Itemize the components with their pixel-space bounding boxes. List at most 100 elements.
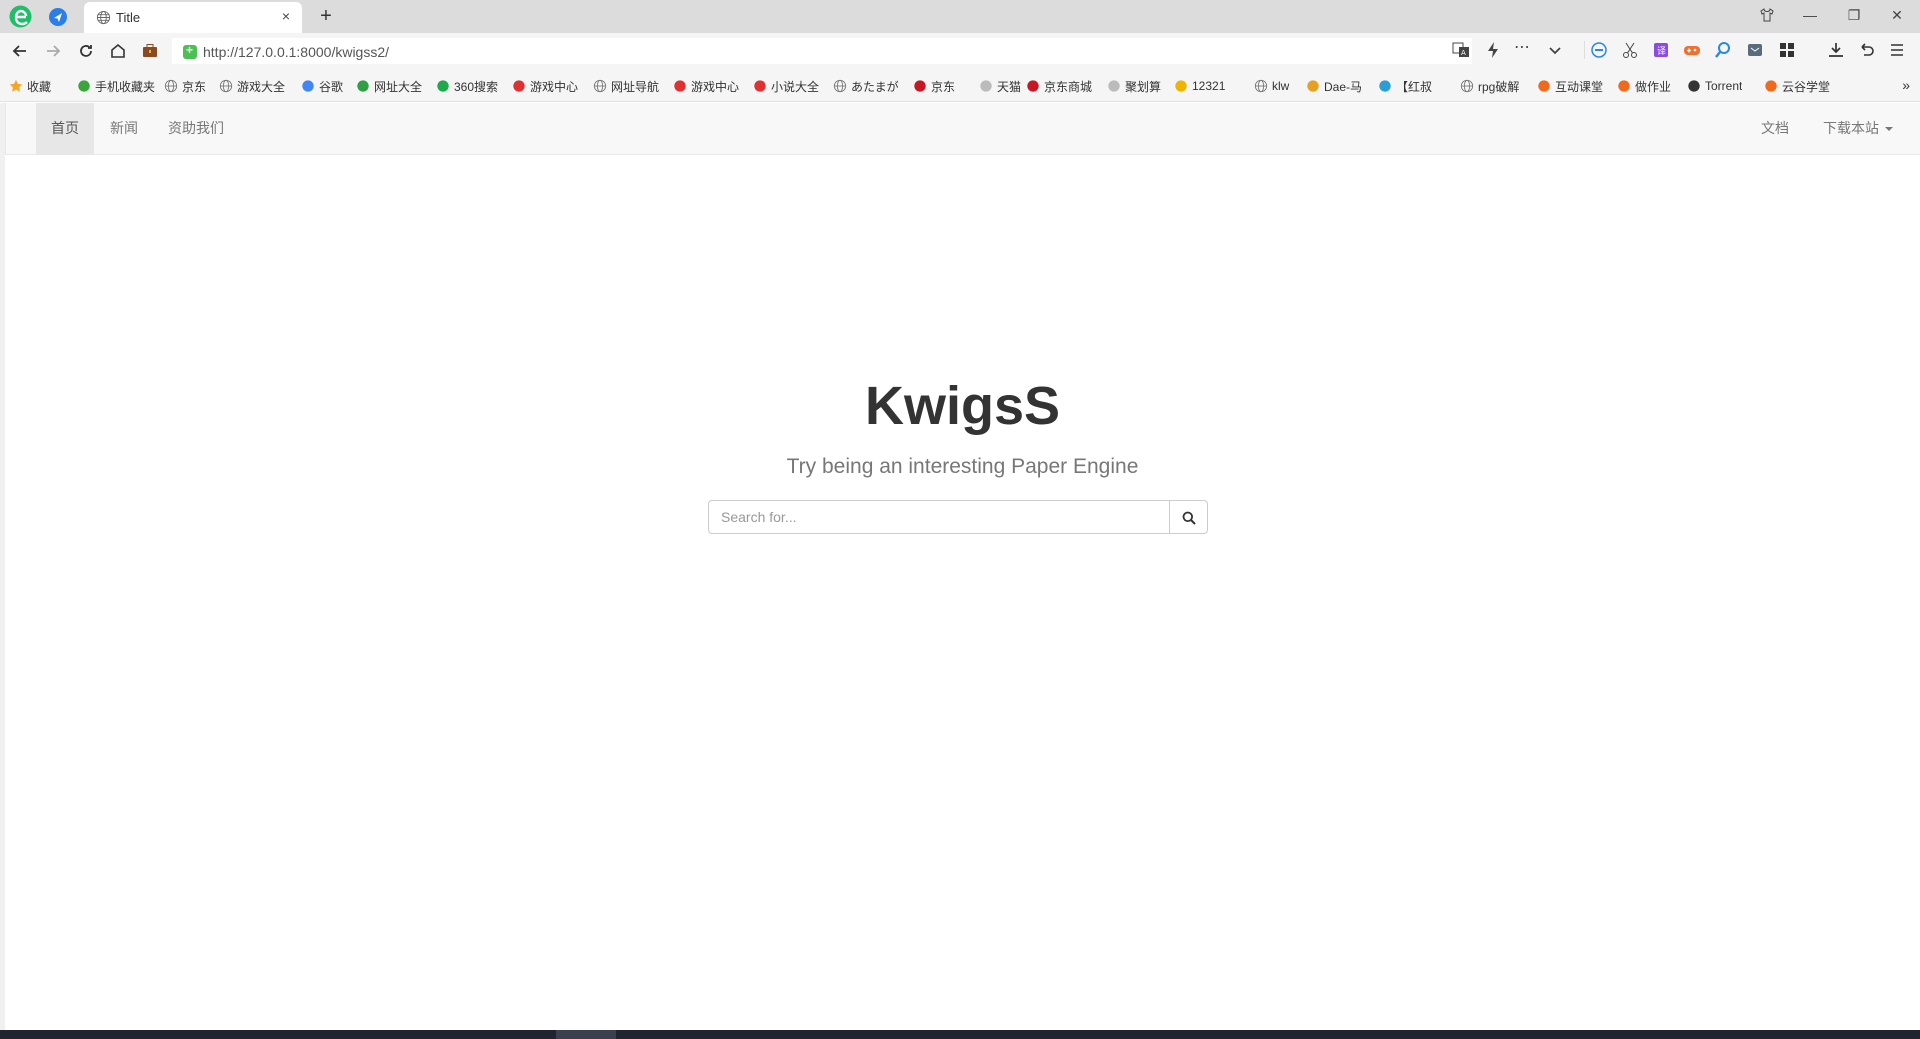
back-button[interactable] (10, 41, 30, 61)
bookmark-label: 收藏 (27, 79, 52, 94)
more-options-icon[interactable]: ⋯ (1514, 40, 1534, 61)
apps-grid-icon[interactable] (1778, 41, 1798, 61)
bookmark-item[interactable]: 天猫 (979, 77, 1021, 95)
nav-download-dropdown[interactable]: 下载本站 (1808, 103, 1908, 154)
bookmark-label: 12321 (1192, 79, 1226, 93)
bookmark-item[interactable]: 谷歌 (301, 77, 343, 95)
site-subtitle: Try being an interesting Paper Engine (786, 455, 1139, 478)
jd-icon (913, 79, 927, 93)
magnifier-extension-icon[interactable] (1714, 41, 1734, 61)
svg-text:译: 译 (1657, 46, 1666, 57)
briefcase-icon[interactable] (140, 41, 160, 61)
jd-icon (1026, 79, 1040, 93)
bookmark-label: 聚划算 (1125, 79, 1162, 94)
bookmark-item[interactable]: rpg破解 (1460, 77, 1519, 95)
search-360-icon (436, 79, 450, 93)
new-tab-button[interactable]: + (316, 5, 336, 27)
lightning-icon[interactable] (1484, 41, 1504, 61)
bookmark-item[interactable]: あたまが (833, 77, 899, 95)
download-icon[interactable] (1827, 41, 1847, 61)
bookmarks-overflow-button[interactable]: » (1902, 77, 1910, 93)
bookmark-item[interactable]: 收藏 (9, 77, 51, 95)
page-content: 首页 新闻 资助我们 文档 下载本站 KwigsS Try being an i… (5, 103, 1920, 1030)
bookmark-label: あたまが (851, 79, 899, 94)
bookmark-item[interactable]: 游戏中心 (673, 77, 739, 95)
close-window-button[interactable]: ✕ (1884, 4, 1910, 26)
chevron-down-icon[interactable] (1546, 41, 1566, 61)
menu-icon[interactable] (1888, 41, 1908, 61)
bookmark-label: 京东 (931, 79, 956, 94)
bookmark-item[interactable]: 网址导航 (593, 77, 659, 95)
globe-icon (164, 79, 178, 93)
bookmark-label: 云谷学堂 (1782, 79, 1831, 94)
taskbar-active-app[interactable] (556, 1030, 616, 1039)
browser-logo-icon[interactable] (8, 4, 33, 29)
close-tab-icon[interactable]: × (278, 8, 294, 24)
bookmark-item[interactable]: 云谷学堂 (1764, 77, 1830, 95)
nav-home[interactable]: 首页 (36, 103, 94, 154)
bookmark-item[interactable]: Dae-马 (1306, 77, 1362, 95)
search-icon (1182, 511, 1196, 525)
globe-icon (833, 79, 847, 93)
forward-button[interactable] (43, 41, 63, 61)
bookmark-item[interactable]: 网址大全 (356, 77, 422, 95)
minimize-button[interactable]: — (1797, 4, 1823, 26)
active-tab[interactable]: Title × (84, 2, 302, 33)
undo-icon[interactable] (1857, 41, 1877, 61)
home-button[interactable] (108, 41, 128, 61)
bookmark-label: 手机收藏夹 (95, 79, 156, 94)
bookmark-label: 京东 (182, 79, 207, 94)
translate-icon[interactable]: A (1452, 41, 1472, 61)
bookmarks-bar: » 收藏 手机收藏夹 京东 游戏大全 谷歌 网址大全 360搜索 游戏中心 网址导航 游戏中心 小说… (0, 69, 1920, 102)
bookmark-label: 360搜索 (454, 79, 499, 94)
bookmark-item[interactable]: 手机收藏夹 (77, 77, 155, 95)
adblock-icon[interactable] (1590, 41, 1610, 61)
bookmark-item[interactable]: 互动课堂 (1537, 77, 1603, 95)
bookmark-item[interactable]: 【红叔 (1378, 77, 1432, 95)
search-input[interactable] (708, 500, 1170, 534)
bookmark-label: 京东商城 (1044, 79, 1093, 94)
bookmark-item[interactable]: 聚划算 (1107, 77, 1161, 95)
tab-strip: Title × + — ❐ ✕ (0, 0, 1920, 33)
bookmark-label: 做作业 (1635, 79, 1672, 94)
bookmark-item[interactable]: 京东商城 (1026, 77, 1092, 95)
gamepad-icon[interactable] (1683, 41, 1703, 61)
nav-sponsor[interactable]: 资助我们 (153, 103, 239, 154)
bookmark-item[interactable]: 京东 (913, 77, 955, 95)
bookmark-item[interactable]: 游戏中心 (512, 77, 578, 95)
torrent-icon (1687, 79, 1701, 93)
nav-news[interactable]: 新闻 (95, 103, 153, 154)
globe-icon (1460, 79, 1474, 93)
bookmark-item[interactable]: 360搜索 (436, 77, 498, 95)
reload-button[interactable] (76, 41, 96, 61)
pinned-tab-icon[interactable] (48, 7, 68, 27)
maximize-button[interactable]: ❐ (1841, 4, 1867, 26)
bookmark-label: Dae-马 (1324, 79, 1363, 94)
scissors-icon[interactable] (1621, 41, 1641, 61)
url-field[interactable]: http://127.0.0.1:8000/kwigss2/ (172, 38, 1472, 64)
bookmark-item[interactable]: 京东 (164, 77, 206, 95)
bookmark-item[interactable]: klw (1254, 77, 1289, 95)
os-taskbar (0, 1030, 1920, 1039)
bookmark-item[interactable]: Torrent (1687, 77, 1742, 95)
bookmark-label: 互动课堂 (1555, 79, 1604, 94)
nav-docs[interactable]: 文档 (1746, 103, 1804, 154)
bookmark-label: 天猫 (997, 79, 1021, 94)
bookmark-item[interactable]: 游戏大全 (219, 77, 285, 95)
caret-down-icon (1885, 127, 1893, 132)
extension-purple-icon[interactable]: 译 (1652, 41, 1672, 61)
bookmark-label: 游戏中心 (691, 79, 740, 94)
bookmark-label: 网址大全 (374, 79, 423, 94)
bookmark-item[interactable]: 12321 (1174, 77, 1225, 95)
search-button[interactable] (1169, 500, 1208, 534)
reader-icon[interactable] (1746, 41, 1766, 61)
dae-icon (1306, 79, 1320, 93)
nav-download-label: 下载本站 (1823, 120, 1879, 136)
site-title: KwigsS (864, 376, 1061, 436)
bookmark-item[interactable]: 小说大全 (753, 77, 819, 95)
bookmark-item[interactable]: 做作业 (1617, 77, 1671, 95)
shirt-skin-icon[interactable] (1754, 4, 1780, 26)
fox-icon (1764, 79, 1778, 93)
svg-text:A: A (1461, 49, 1466, 57)
bilibili-icon (1378, 79, 1392, 93)
